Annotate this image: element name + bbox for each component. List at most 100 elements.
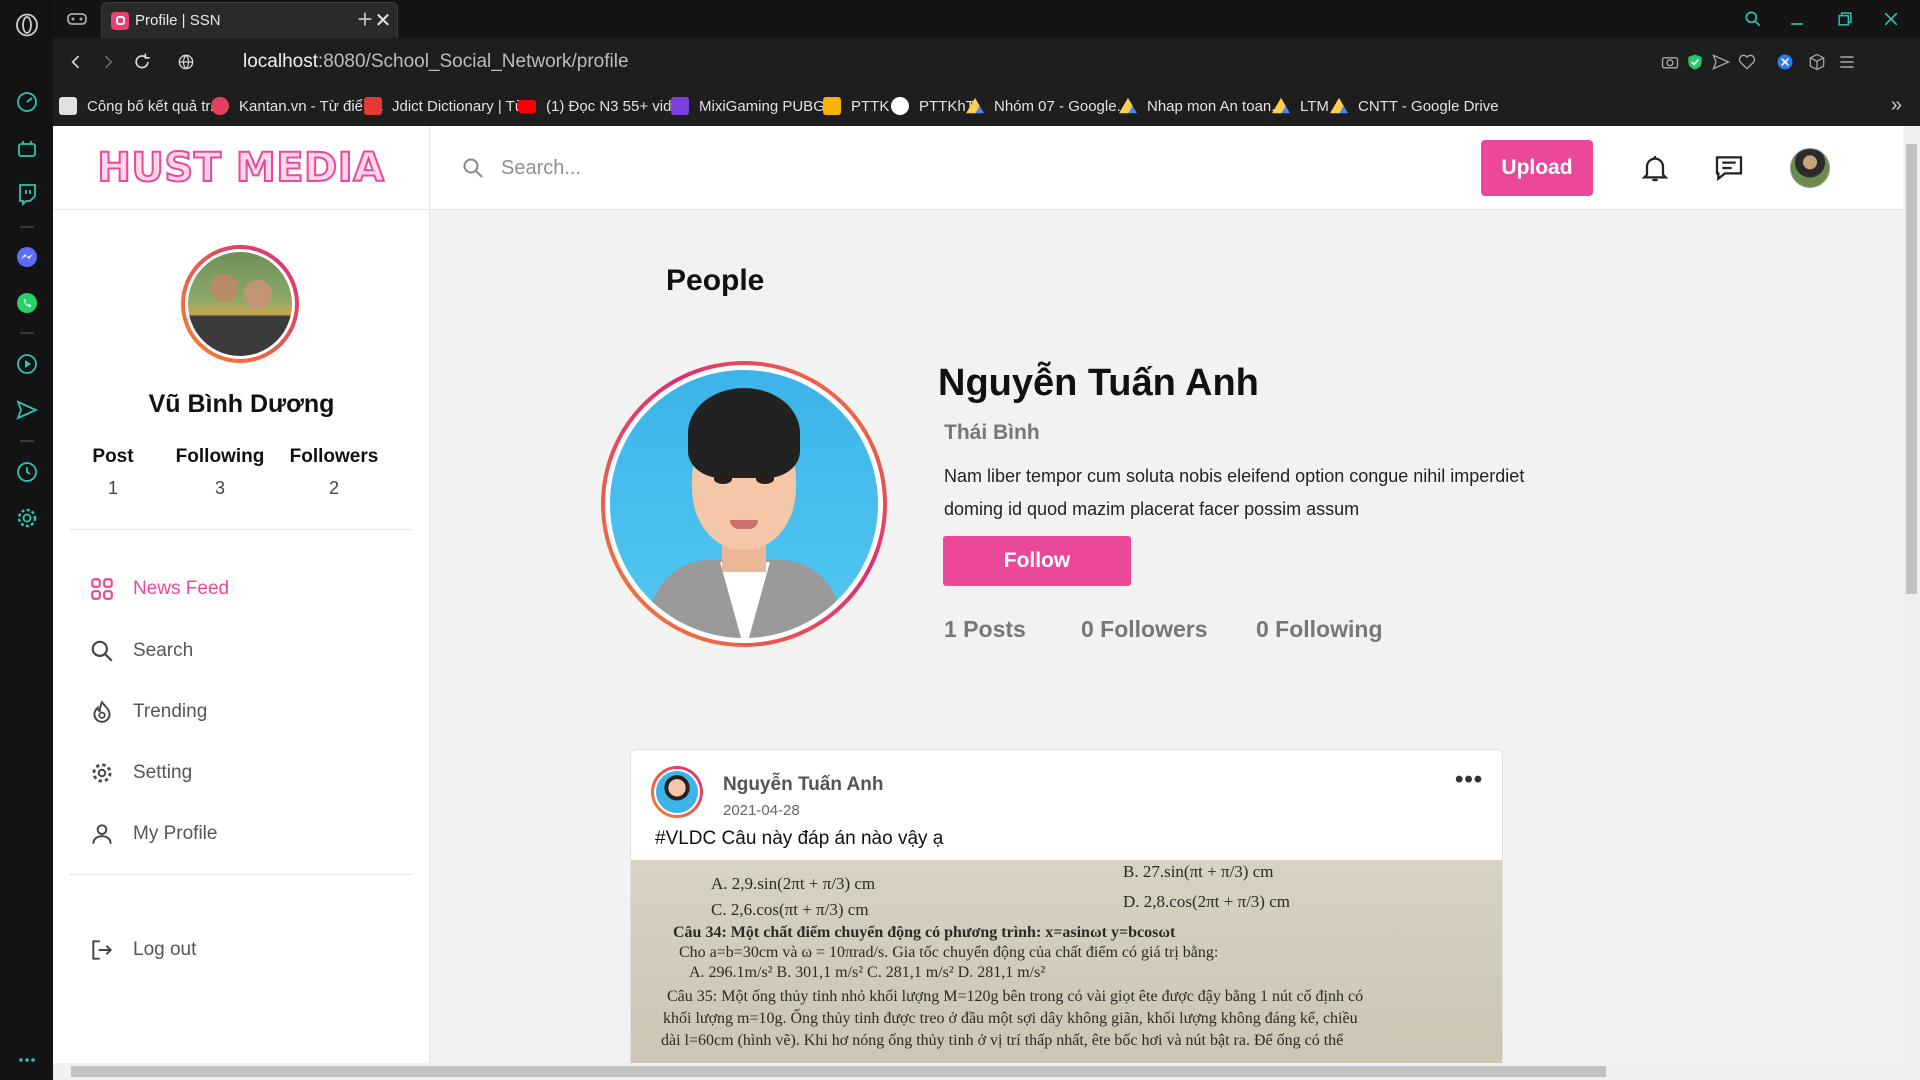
bell-icon[interactable]	[1635, 148, 1675, 188]
send-icon[interactable]	[11, 394, 43, 426]
bookmarks-bar: Công bố kết quả tr... Kantan.vn - Từ điể…	[53, 86, 1920, 126]
user-icon	[92, 824, 112, 844]
bookmark-favicon-icon	[59, 97, 77, 115]
settings-icon[interactable]	[11, 502, 43, 534]
bookmark-label: CNTT - Google Drive	[1358, 97, 1499, 115]
message-icon[interactable]	[1709, 148, 1749, 188]
restore-icon[interactable]	[1825, 6, 1865, 32]
logout-button[interactable]: Log out	[89, 933, 196, 967]
camera-icon[interactable]	[1658, 50, 1682, 74]
stat-followers: Followers 2	[289, 446, 379, 499]
url-field[interactable]: localhost:8080/School_Social_Network/pro…	[243, 51, 629, 73]
bookmark-label: Công bố kết quả tr...	[87, 97, 223, 115]
post-author-name[interactable]: Nguyễn Tuấn Anh	[723, 774, 883, 796]
sidebar-item-my-profile[interactable]: My Profile	[89, 817, 217, 851]
gaming-icon[interactable]	[11, 133, 43, 165]
profile-posts-count[interactable]: 1 Posts	[944, 616, 1026, 643]
section-title: People	[666, 264, 765, 297]
image-text-line: C. 2,6.cos(πt + π/3) cm	[711, 900, 869, 919]
sidebar-item-news-feed[interactable]: News Feed	[89, 572, 229, 606]
image-text-line: Cho a=b=30cm và ω = 10πrad/s. Gia tốc ch…	[679, 944, 1219, 961]
shield-icon[interactable]	[1683, 50, 1707, 74]
bookmark-label: Nhap mon An toan...	[1147, 97, 1284, 115]
bookmark-item[interactable]: CNTT - Google Drive	[1330, 95, 1499, 117]
bookmark-item[interactable]: PTTKhT	[891, 95, 975, 117]
history-icon[interactable]	[11, 456, 43, 488]
bookmark-label: MixiGaming PUBG...	[699, 97, 838, 115]
minimize-icon[interactable]	[1777, 6, 1817, 32]
bookmark-favicon-icon	[823, 97, 841, 115]
bookmark-item[interactable]: (1) Đọc N3 55+ vid...	[518, 95, 684, 117]
user-stats: Post 1 Following 3 Followers 2	[91, 446, 391, 506]
sidebar-separator	[20, 226, 34, 228]
bookmark-item[interactable]: MixiGaming PUBG...	[671, 95, 837, 117]
profile-followers-count[interactable]: 0 Followers	[1081, 616, 1208, 643]
bookmark-item[interactable]: LTM	[1272, 95, 1329, 117]
workspace-icon[interactable]	[61, 3, 93, 35]
post-author-avatar[interactable]	[651, 766, 703, 818]
stat-following: Following 3	[175, 446, 265, 499]
bookmarks-overflow-icon[interactable]: »	[1891, 94, 1902, 117]
reload-icon[interactable]	[127, 48, 157, 76]
sidebar-item-search[interactable]: Search	[89, 634, 193, 668]
bookmark-item[interactable]: Nhap mon An toan...	[1119, 95, 1284, 117]
sidebar-item-setting[interactable]: Setting	[89, 756, 192, 790]
close-window-icon[interactable]	[1871, 6, 1911, 32]
current-user-avatar[interactable]	[181, 245, 299, 363]
cube-icon[interactable]	[1805, 50, 1829, 74]
heart-icon[interactable]	[1735, 50, 1759, 74]
profile-location: Thái Bình	[944, 421, 1040, 444]
search-input[interactable]	[501, 156, 841, 180]
divider	[69, 874, 412, 875]
sidebar-item-label: News Feed	[133, 578, 230, 599]
opera-logo-icon[interactable]	[11, 9, 43, 41]
app-logo[interactable]: HUST MEDIA	[96, 144, 385, 192]
bookmark-item[interactable]: Nhóm 07 - Google...	[966, 95, 1129, 117]
fire-icon	[93, 700, 111, 723]
google-drive-icon	[1119, 97, 1137, 114]
speed-dial-icon[interactable]	[11, 86, 43, 118]
image-text-line: dài l=60cm (hình vẽ). Khi hơ nóng ống th…	[661, 1032, 1344, 1049]
bookmark-favicon-icon	[211, 97, 229, 115]
vertical-scroll-thumb[interactable]	[1906, 144, 1917, 594]
gear-icon	[92, 763, 112, 783]
post-date: 2021-04-28	[723, 802, 800, 819]
sidebar-item-label: Search	[133, 640, 194, 661]
stat-value: 1	[107, 478, 118, 498]
twitch-icon[interactable]	[11, 178, 43, 210]
bookmark-item[interactable]: PTTK	[823, 95, 889, 117]
new-tab-button[interactable]: +	[350, 4, 380, 35]
stat-label: Post	[92, 446, 134, 467]
site-info-icon[interactable]	[171, 48, 201, 76]
address-bar: localhost:8080/School_Social_Network/pro…	[53, 38, 1920, 86]
horizontal-scroll-thumb[interactable]	[71, 1066, 1606, 1077]
more-icon[interactable]	[11, 1044, 43, 1076]
bookmark-item[interactable]: Kantan.vn - Từ điển...	[211, 95, 384, 117]
send-icon[interactable]	[1709, 50, 1733, 74]
forward-icon[interactable]	[93, 48, 123, 76]
tab-search-icon[interactable]	[1733, 6, 1773, 32]
vertical-scrollbar[interactable]	[1903, 126, 1920, 1080]
stat-label: Followers	[289, 446, 379, 467]
horizontal-scrollbar[interactable]	[53, 1063, 1903, 1080]
follow-button[interactable]: Follow	[943, 536, 1131, 586]
bookmark-label: PTTK	[851, 97, 890, 115]
whatsapp-icon[interactable]	[11, 287, 43, 319]
header-avatar[interactable]	[1790, 148, 1830, 188]
profile-following-count[interactable]: 0 Following	[1256, 616, 1383, 643]
messenger-icon[interactable]	[11, 241, 43, 273]
sidebar-item-trending[interactable]: Trending	[89, 695, 207, 729]
extension-icon[interactable]	[1773, 50, 1797, 74]
menu-icon[interactable]	[1835, 50, 1859, 74]
bookmark-item[interactable]: Jdict Dictionary | Từ...	[364, 95, 537, 117]
post-options-icon[interactable]: •••	[1455, 766, 1483, 794]
grid-icon	[91, 578, 113, 600]
post-image[interactable]: A. 2,9.sin(2πt + π/3) cm B. 27.sin(πt + …	[631, 860, 1502, 1080]
upload-button[interactable]: Upload	[1481, 140, 1593, 196]
bookmark-item[interactable]: Công bố kết quả tr...	[59, 95, 222, 117]
logout-label: Log out	[133, 939, 197, 960]
player-icon[interactable]	[11, 348, 43, 380]
bookmark-label: Jdict Dictionary | Từ...	[392, 97, 538, 115]
back-icon[interactable]	[61, 48, 91, 76]
image-text-line: B. 27.sin(πt + π/3) cm	[1123, 862, 1274, 881]
